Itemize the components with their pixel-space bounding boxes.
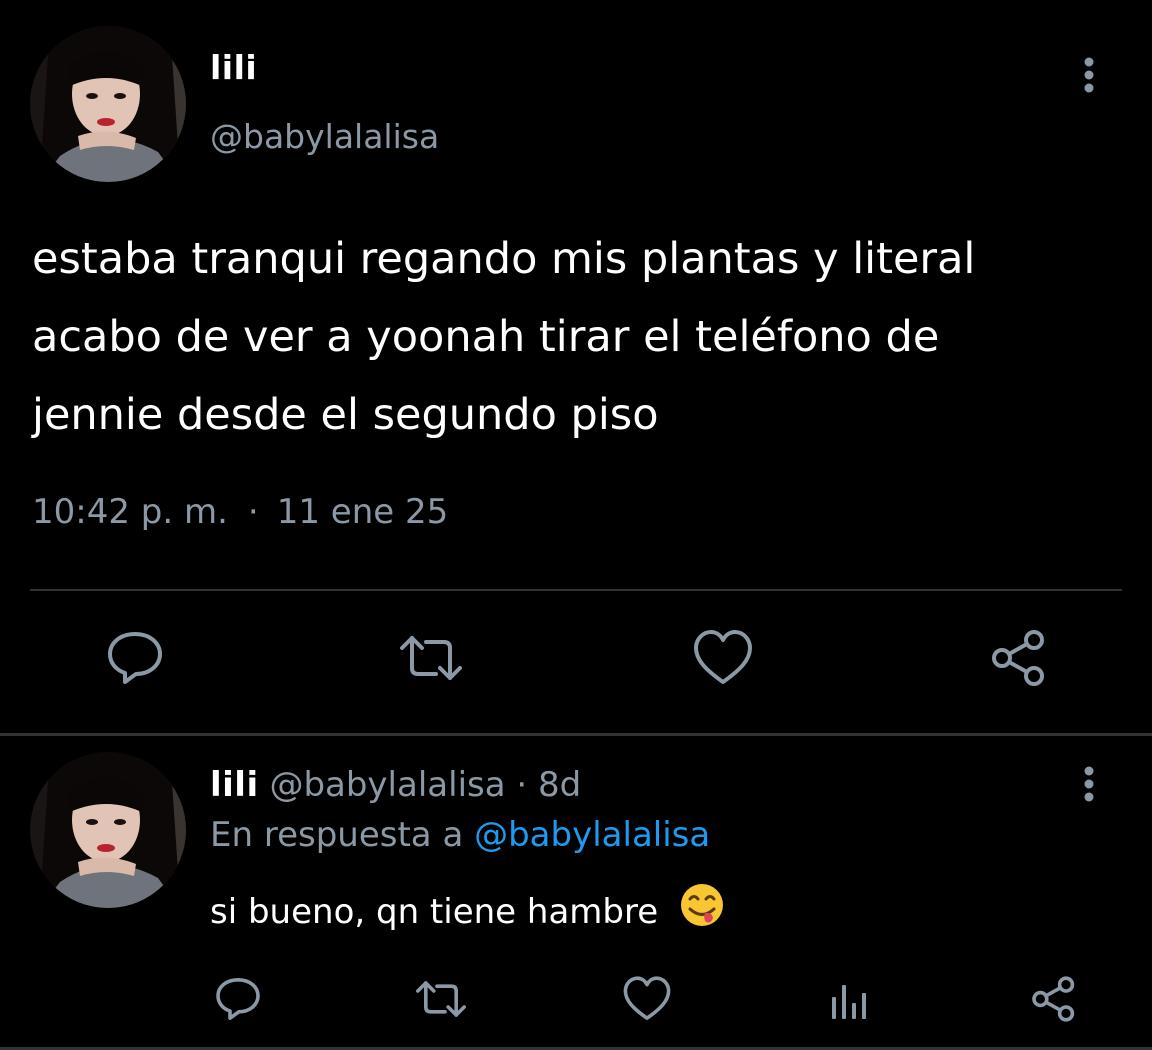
tweet-text-line: acabo de ver a yoonah tirar el teléfono …: [32, 312, 940, 362]
retweet-icon[interactable]: [412, 975, 470, 1023]
reply-icon[interactable]: [214, 975, 262, 1023]
meta-separator: ·: [247, 492, 259, 532]
more-options-icon[interactable]: [1070, 765, 1108, 805]
reply-avatar[interactable]: [30, 752, 186, 908]
face-savoring-food-emoji: [679, 882, 725, 937]
retweet-icon[interactable]: [396, 628, 466, 688]
avatar-image: [30, 752, 186, 908]
share-icon[interactable]: [1028, 975, 1080, 1023]
author-handle[interactable]: @babylalalisa: [210, 117, 439, 156]
reply-text: si bueno, qn tiene hambre: [210, 884, 725, 937]
share-icon[interactable]: [988, 628, 1050, 688]
tweet-text-line: jennie desde el segundo piso: [32, 390, 659, 440]
reply-context: En respuesta a @babylalalisa: [210, 815, 710, 855]
stats-icon[interactable]: [826, 975, 872, 1023]
reply-author-name[interactable]: lili: [210, 765, 259, 805]
avatar-image: [30, 26, 186, 182]
tweet-text-line: estaba tranqui regando mis plantas y lit…: [32, 234, 976, 284]
section-divider: [0, 733, 1152, 736]
tweet-text: estaba tranqui regando mis plantas y lit…: [32, 220, 1122, 454]
tweet-timestamp: 10:42 p. m. · 11 ene 25: [32, 492, 448, 532]
reply-author-handle[interactable]: @babylalalisa: [269, 765, 505, 805]
more-options-icon[interactable]: [1070, 56, 1108, 96]
main-avatar[interactable]: [30, 26, 186, 182]
meta-separator: ·: [516, 765, 528, 805]
reply-context-prefix: En respuesta a: [210, 815, 464, 855]
reply-context-handle-link[interactable]: @babylalalisa: [474, 815, 710, 855]
reply-text-content: si bueno, qn tiene hambre: [210, 892, 659, 932]
tweet-date[interactable]: 11 ene 25: [277, 492, 449, 532]
divider: [30, 589, 1122, 591]
author-name[interactable]: lili: [210, 48, 257, 87]
reply-header: lili @babylalalisa · 8d: [210, 765, 581, 805]
reply-icon[interactable]: [105, 628, 165, 688]
reply-age: 8d: [538, 765, 582, 805]
heart-icon[interactable]: [692, 628, 754, 688]
tweet-time[interactable]: 10:42 p. m.: [32, 492, 228, 532]
heart-icon[interactable]: [622, 975, 672, 1023]
